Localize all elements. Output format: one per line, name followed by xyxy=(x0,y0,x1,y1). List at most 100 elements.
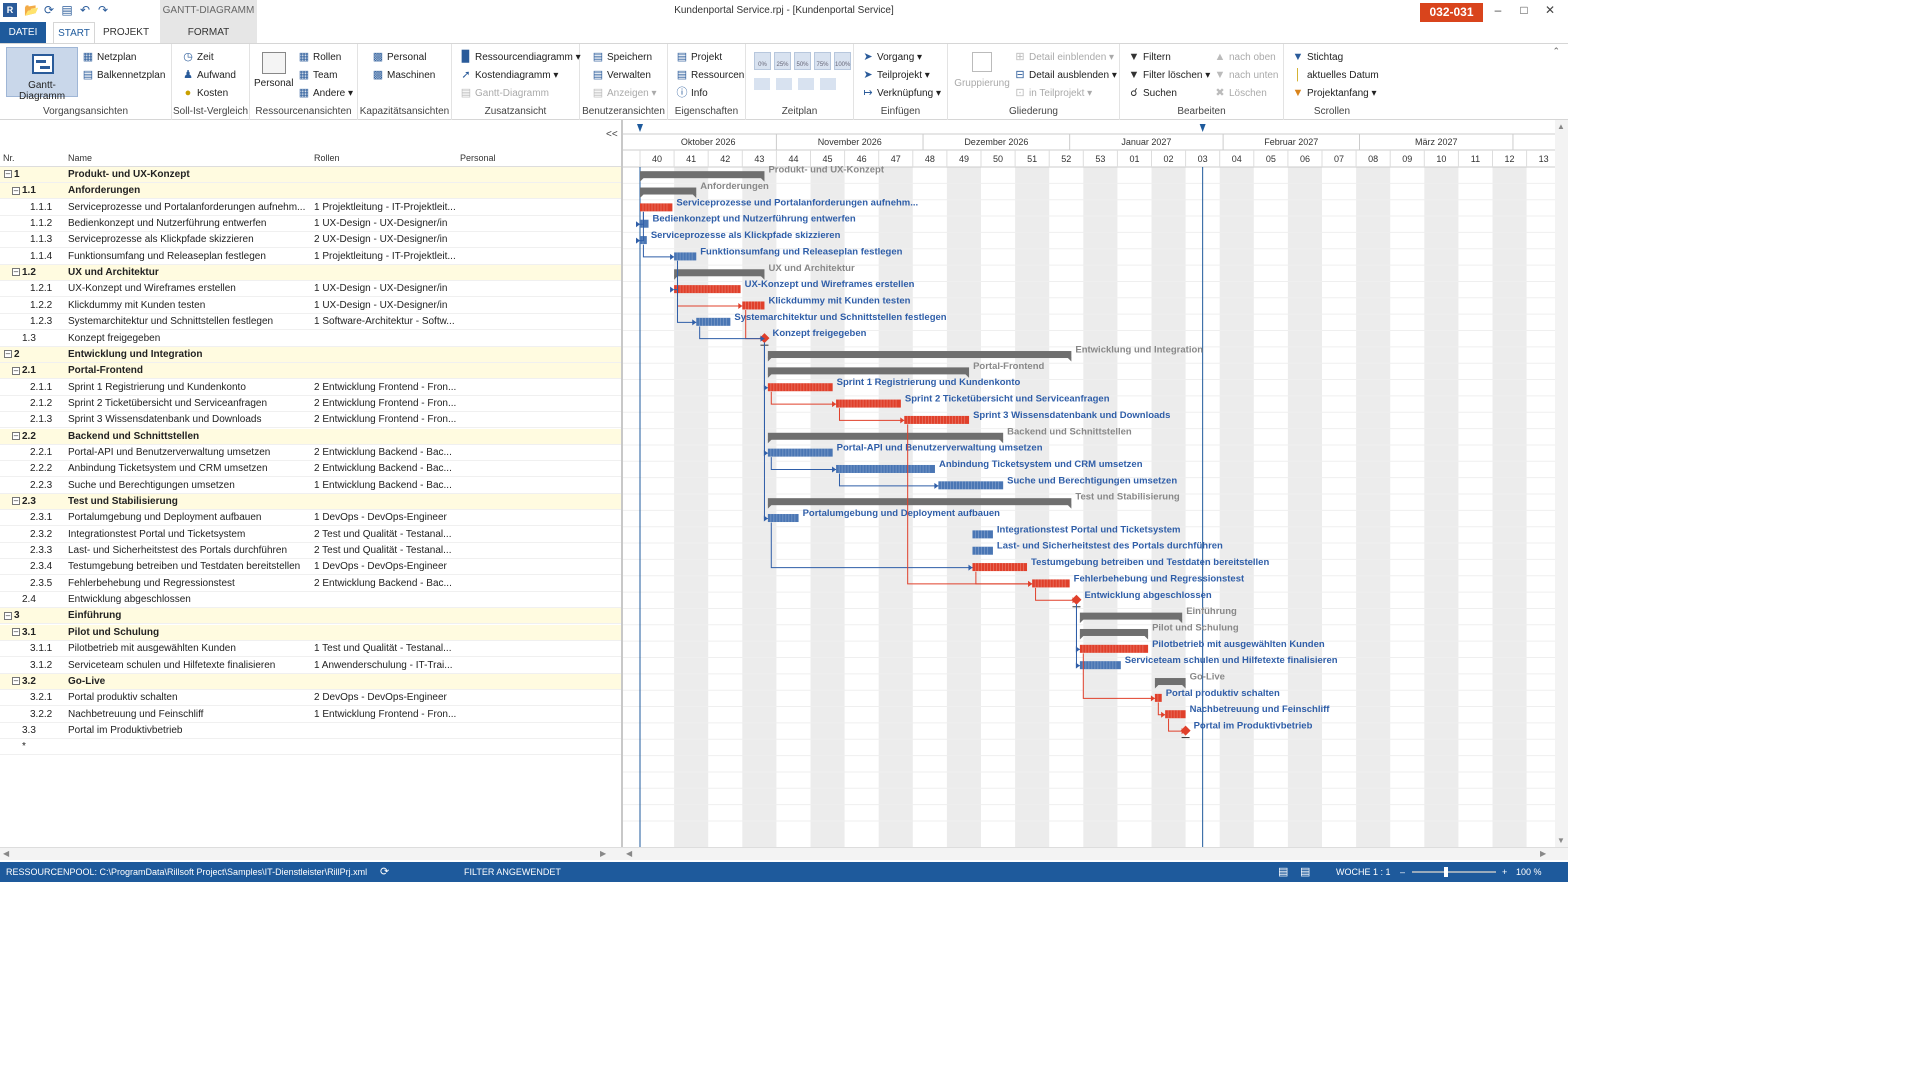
task-personal[interactable] xyxy=(460,592,620,607)
progress-0-button[interactable]: 0% xyxy=(754,52,771,70)
split-task-icon[interactable] xyxy=(798,78,814,90)
speichern-button[interactable]: ▤ Speichern xyxy=(592,49,652,65)
link-tasks-icon[interactable] xyxy=(754,78,770,90)
netzplan-button[interactable]: ▦ Netzplan xyxy=(82,49,137,65)
outline-toggle-icon[interactable]: – xyxy=(4,350,12,359)
task-personal[interactable] xyxy=(460,739,620,754)
progress-4-button[interactable]: 100% xyxy=(834,52,851,70)
table-row[interactable]: 1.3 Konzept freigegeben xyxy=(0,331,621,347)
andere-button[interactable]: ▦ Andere ▾ xyxy=(298,85,353,101)
summary-bar[interactable] xyxy=(767,351,1072,359)
kostendiagramm-button[interactable]: ➚ Kostendiagramm ▾ xyxy=(460,67,558,83)
horizontal-scrollbar[interactable]: ◀ ▶ ◀ ▶ xyxy=(0,847,1568,860)
kap-maschinen-button[interactable]: ▩ Maschinen xyxy=(372,67,436,83)
table-row[interactable]: 2.3.2 Integrationstest Portal und Tickets… xyxy=(0,527,621,543)
task-personal[interactable] xyxy=(460,674,620,689)
outline-toggle-icon[interactable]: – xyxy=(4,611,12,620)
col-name[interactable]: Name xyxy=(68,153,92,163)
task-personal[interactable] xyxy=(460,494,620,509)
table-row[interactable]: 1.1.3 Serviceprozesse als Klickpfade skiz… xyxy=(0,232,621,249)
table-row[interactable]: 2.4 Entwicklung abgeschlossen xyxy=(0,592,621,609)
table-row[interactable]: 2.2.3 Suche und Berechtigungen umsetzen 1 … xyxy=(0,478,621,494)
table-row[interactable]: 1.1.4 Funktionsumfang und Releaseplan fes… xyxy=(0,249,621,265)
aktuelles-datum-button[interactable]: │ aktuelles Datum xyxy=(1292,67,1379,83)
progress-3-button[interactable]: 75% xyxy=(814,52,831,70)
summary-bar[interactable] xyxy=(767,498,1072,506)
scroll-right-icon[interactable]: ▶ xyxy=(600,849,606,858)
table-row[interactable]: 3.2.1 Portal produktiv schalten 2 DevOps -… xyxy=(0,690,621,707)
anzeigen-button[interactable]: ▤ Anzeigen ▾ xyxy=(592,85,657,101)
task-personal[interactable] xyxy=(460,380,620,395)
task-bar[interactable] xyxy=(767,514,799,523)
task-personal[interactable] xyxy=(460,265,620,280)
view-gantt-icon[interactable]: ▤ xyxy=(1300,862,1310,882)
task-personal[interactable] xyxy=(460,281,620,296)
table-row[interactable]: 2.2.2 Anbindung Ticketsystem und CRM umse… xyxy=(0,461,621,478)
move-task-icon[interactable] xyxy=(820,78,836,90)
task-personal[interactable] xyxy=(460,658,620,673)
tab-format[interactable]: FORMAT xyxy=(160,22,257,43)
team-button[interactable]: ▦ Team xyxy=(298,67,338,83)
kap-personal-button[interactable]: ▩ Personal xyxy=(372,49,427,65)
task-bar[interactable] xyxy=(674,252,697,261)
progress-2-button[interactable]: 50% xyxy=(794,52,811,70)
summary-bar[interactable] xyxy=(767,432,1004,440)
critical-task-bar[interactable] xyxy=(640,203,673,212)
balkennetzplan-button[interactable]: ▤ Balkennetzplan xyxy=(82,67,166,83)
task-personal[interactable] xyxy=(460,625,620,640)
outline-toggle-icon[interactable]: – xyxy=(12,628,20,637)
task-personal[interactable] xyxy=(460,576,620,591)
vertical-scrollbar[interactable]: ▲ ▼ xyxy=(1555,120,1568,847)
suchen-button[interactable]: ☌ Suchen xyxy=(1128,85,1177,101)
task-personal[interactable] xyxy=(460,183,620,198)
table-row[interactable]: –3 Einführung xyxy=(0,608,621,625)
table-row[interactable]: –2 Entwicklung und Integration xyxy=(0,346,621,363)
table-row[interactable]: 2.3.5 Fehlerbehebung und Regressionstest 2… xyxy=(0,576,621,592)
task-bar[interactable] xyxy=(938,481,1004,490)
task-personal[interactable] xyxy=(460,723,620,738)
teilprojekt-button[interactable]: ➤ Teilprojekt ▾ xyxy=(862,67,929,83)
gantt-scroll-right-icon[interactable]: ▶ xyxy=(1540,849,1546,858)
task-personal[interactable] xyxy=(460,298,620,313)
tab-datei[interactable]: DATEI xyxy=(0,22,46,43)
task-personal[interactable] xyxy=(460,216,620,231)
outline-toggle-icon[interactable]: – xyxy=(12,677,20,686)
task-personal[interactable] xyxy=(460,641,620,656)
outline-toggle-icon[interactable]: – xyxy=(12,366,20,375)
task-bar[interactable] xyxy=(767,448,833,457)
task-bar[interactable] xyxy=(696,317,731,326)
scroll-left-icon[interactable]: ◀ xyxy=(3,849,9,858)
critical-task-bar[interactable] xyxy=(1079,644,1149,653)
task-personal[interactable] xyxy=(460,461,620,476)
aufwand-button[interactable]: ♟ Aufwand xyxy=(182,67,236,83)
nach-oben-button[interactable]: ▲ nach oben xyxy=(1214,49,1276,65)
task-personal[interactable] xyxy=(460,478,620,493)
zoom-slider-thumb[interactable] xyxy=(1444,867,1448,877)
table-row[interactable]: 3.1.2 Serviceteam schulen und Hilfetexte … xyxy=(0,658,621,674)
projekt-button[interactable]: ▤ Projekt xyxy=(676,49,722,65)
progress-1-button[interactable]: 25% xyxy=(774,52,791,70)
ressourcen-button[interactable]: ▤ Ressourcen xyxy=(676,67,745,83)
table-row[interactable]: 1.2.2 Klickdummy mit Kunden testen 1 UX-De… xyxy=(0,298,621,314)
minimize-icon[interactable]: – xyxy=(1488,3,1508,17)
table-row[interactable]: 1.1.1 Serviceprozesse und Portalanforderu… xyxy=(0,200,621,216)
task-personal[interactable] xyxy=(460,445,620,460)
summary-bar[interactable] xyxy=(640,187,697,195)
table-row[interactable]: 3.1.1 Pilotbetrieb mit ausgewählten Kunde… xyxy=(0,641,621,658)
scroll-down-icon[interactable]: ▼ xyxy=(1557,836,1565,845)
unlink-tasks-icon[interactable] xyxy=(776,78,792,90)
outline-toggle-icon[interactable]: – xyxy=(12,186,20,195)
task-personal[interactable] xyxy=(460,331,620,346)
summary-bar[interactable] xyxy=(767,367,970,375)
task-personal[interactable] xyxy=(460,249,620,264)
info-button[interactable]: ⓘ Info xyxy=(676,85,708,101)
in-teilprojekt-button[interactable]: ⊡ in Teilprojekt ▾ xyxy=(1014,85,1092,101)
gantt-diagramm-button[interactable]: Gantt-Diagramm xyxy=(6,47,78,102)
critical-task-bar[interactable] xyxy=(1032,579,1070,588)
table-row[interactable]: –2.2 Backend und Schnittstellen xyxy=(0,428,621,445)
nach-unten-button[interactable]: ▼ nach unten xyxy=(1214,67,1279,83)
task-personal[interactable] xyxy=(460,527,620,542)
table-row[interactable]: –3.2 Go-Live xyxy=(0,673,621,690)
task-personal[interactable] xyxy=(460,232,620,247)
table-row[interactable]: 2.3.4 Testumgebung betreiben und Testdate… xyxy=(0,559,621,576)
